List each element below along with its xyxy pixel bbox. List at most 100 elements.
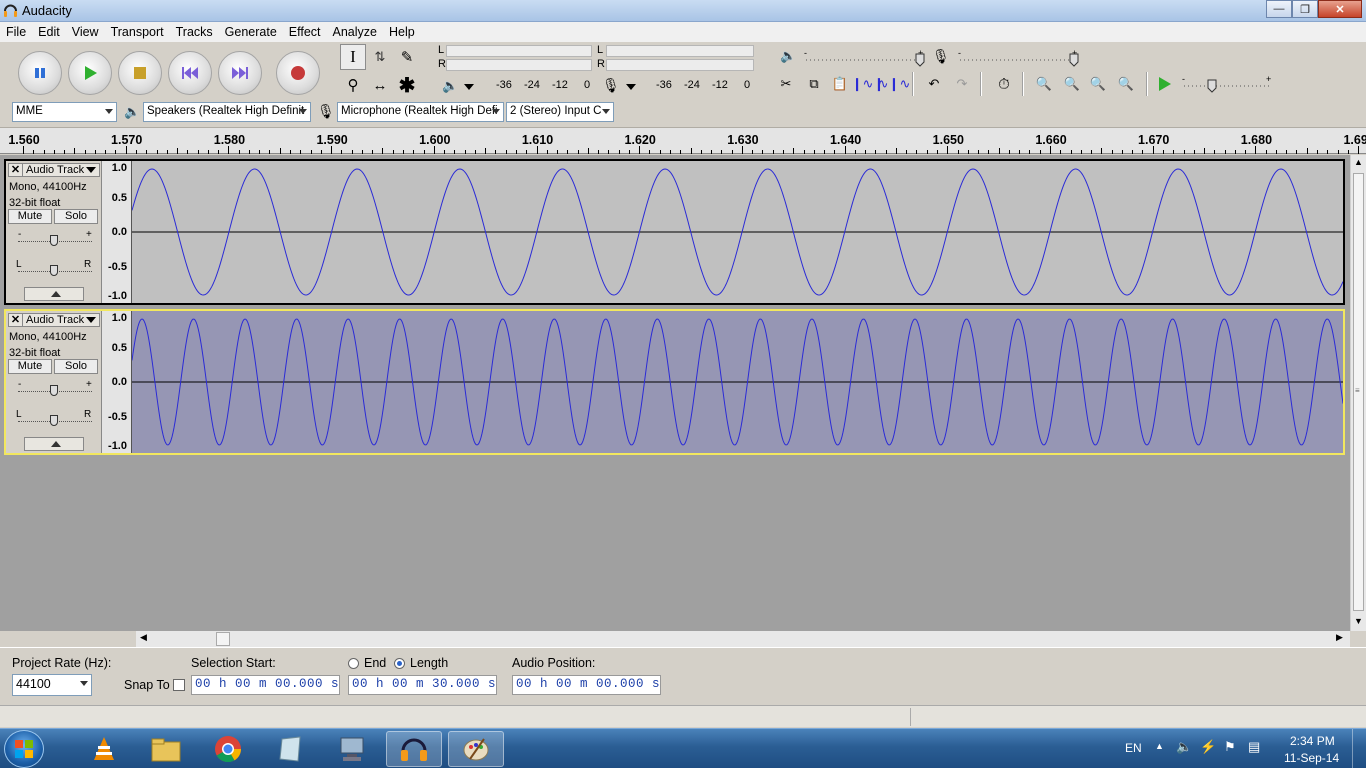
input-volume-slider[interactable]: - + bbox=[958, 48, 1084, 68]
skip-to-start-button[interactable] bbox=[168, 51, 212, 95]
play-button[interactable] bbox=[68, 51, 112, 95]
microphone-meter-icon[interactable]: 🎙 bbox=[602, 77, 620, 94]
taskbar-chrome[interactable] bbox=[200, 731, 256, 767]
vertical-scrollbar[interactable]: ▲ ≡ ▼ bbox=[1350, 155, 1366, 631]
close-track-icon[interactable]: ✕ bbox=[9, 164, 23, 176]
trim-button[interactable]: ❙∿❙ bbox=[852, 72, 885, 96]
zoom-in-button[interactable]: 🔍 bbox=[1032, 72, 1056, 96]
scroll-left-icon[interactable]: ◀ bbox=[140, 632, 147, 643]
silence-button[interactable]: ∿❙∿ bbox=[878, 72, 911, 96]
tray-expand-icon[interactable]: ▲ bbox=[1155, 741, 1164, 751]
volume-tray-icon[interactable]: 🔈 bbox=[1176, 739, 1192, 755]
menu-effect[interactable]: Effect bbox=[283, 25, 327, 39]
menu-file[interactable]: File bbox=[0, 25, 32, 39]
input-channels-select[interactable]: 2 (Stereo) Input C bbox=[506, 102, 614, 122]
waveform[interactable] bbox=[132, 161, 1343, 303]
output-volume-slider[interactable]: - + bbox=[804, 48, 926, 68]
menu-edit[interactable]: Edit bbox=[32, 25, 66, 39]
mute-button[interactable]: Mute bbox=[8, 359, 52, 374]
menu-help[interactable]: Help bbox=[383, 25, 421, 39]
audio-host-select[interactable]: MME bbox=[12, 102, 117, 122]
mute-button[interactable]: Mute bbox=[8, 209, 52, 224]
flag-tray-icon[interactable]: ⚑ bbox=[1224, 739, 1236, 755]
amplitude-ruler[interactable]: 1.0 0.5 0.0 -0.5 -1.0 bbox=[102, 161, 132, 303]
sync-lock-button[interactable]: ⏱ bbox=[992, 72, 1016, 96]
solo-button[interactable]: Solo bbox=[54, 209, 98, 224]
close-track-icon[interactable]: ✕ bbox=[9, 314, 23, 326]
zoom-out-button[interactable]: 🔍 bbox=[1060, 72, 1084, 96]
pan-slider-thumb[interactable] bbox=[50, 265, 58, 276]
start-button[interactable] bbox=[4, 730, 44, 768]
length-radio[interactable] bbox=[394, 658, 405, 669]
restore-button[interactable]: ❐ bbox=[1292, 0, 1318, 18]
taskbar-paint[interactable] bbox=[448, 731, 504, 767]
copy-button[interactable]: ⧉ bbox=[802, 72, 826, 96]
power-tray-icon[interactable]: ⚡ bbox=[1200, 739, 1216, 755]
gain-slider-thumb[interactable] bbox=[50, 385, 58, 396]
waveform[interactable] bbox=[132, 311, 1343, 453]
collapse-track-button[interactable] bbox=[24, 287, 84, 301]
menu-tracks[interactable]: Tracks bbox=[170, 25, 219, 39]
horizontal-scroll-thumb[interactable] bbox=[216, 632, 230, 646]
menu-view[interactable]: View bbox=[66, 25, 105, 39]
selection-tool[interactable]: I bbox=[340, 44, 366, 70]
multi-tool[interactable]: ✱ bbox=[394, 72, 420, 98]
scroll-right-icon[interactable]: ▶ bbox=[1336, 632, 1343, 643]
taskbar-network[interactable] bbox=[324, 731, 380, 767]
scroll-down-icon[interactable]: ▼ bbox=[1354, 616, 1363, 626]
record-button[interactable] bbox=[276, 51, 320, 95]
audio-track[interactable]: ✕ Audio Track Mono, 44100Hz 32-bit float Mut… bbox=[4, 309, 1345, 455]
clock-time[interactable]: 2:34 PM bbox=[1290, 734, 1335, 748]
play-speed-slider[interactable]: - + bbox=[1182, 74, 1274, 94]
project-rate-select[interactable]: 44100 bbox=[12, 674, 92, 696]
paste-button[interactable]: 📋 bbox=[828, 72, 852, 96]
snap-to-checkbox[interactable] bbox=[173, 679, 185, 691]
track-header[interactable]: ✕ Audio Track bbox=[8, 313, 100, 327]
fit-project-button[interactable]: 🔍 bbox=[1114, 72, 1138, 96]
menu-transport[interactable]: Transport bbox=[105, 25, 170, 39]
play-meter-menu-arrow[interactable] bbox=[464, 84, 474, 90]
undo-button[interactable]: ↶ bbox=[922, 72, 946, 96]
record-meter-menu-arrow[interactable] bbox=[626, 84, 636, 90]
show-desktop-button[interactable] bbox=[1352, 729, 1366, 768]
clock-date[interactable]: 11-Sep-14 bbox=[1284, 751, 1339, 765]
envelope-tool[interactable]: ⇅ bbox=[367, 44, 393, 70]
solo-button[interactable]: Solo bbox=[54, 359, 98, 374]
taskbar-vlc[interactable] bbox=[76, 731, 132, 767]
selection-start-field[interactable]: 00 h 00 m 00.000 s bbox=[191, 675, 340, 695]
timeline-ruler[interactable]: 1.560 1.570 1.580 1.590 1.600 1.610 1.620 1.630… bbox=[0, 128, 1366, 154]
track-menu-arrow-icon[interactable] bbox=[86, 167, 96, 173]
play-at-speed-button[interactable] bbox=[1152, 72, 1176, 96]
taskbar-audacity[interactable] bbox=[386, 731, 442, 767]
track-menu-arrow-icon[interactable] bbox=[86, 317, 96, 323]
vertical-scroll-thumb[interactable]: ≡ bbox=[1353, 173, 1364, 611]
amplitude-ruler[interactable]: 1.0 0.5 0.0 -0.5 -1.0 bbox=[102, 311, 132, 453]
audio-track[interactable]: ✕ Audio Track Mono, 44100Hz 32-bit float Mut… bbox=[4, 159, 1345, 305]
fit-selection-button[interactable]: 🔍 bbox=[1086, 72, 1110, 96]
pan-slider-thumb[interactable] bbox=[50, 415, 58, 426]
network-tray-icon[interactable]: ▤ bbox=[1248, 739, 1260, 755]
audio-position-field[interactable]: 00 h 00 m 00.000 s bbox=[512, 675, 661, 695]
input-device-select[interactable]: Microphone (Realtek High Defi bbox=[337, 102, 504, 122]
stop-button[interactable] bbox=[118, 51, 162, 95]
horizontal-scrollbar[interactable]: ◀ ▶ bbox=[136, 631, 1350, 647]
pause-button[interactable] bbox=[18, 51, 62, 95]
cut-button[interactable]: ✂ bbox=[774, 72, 798, 96]
minimize-button[interactable]: — bbox=[1266, 0, 1292, 18]
zoom-tool[interactable]: ⚲ bbox=[340, 72, 366, 98]
track-name[interactable]: Audio Track bbox=[26, 164, 84, 177]
end-radio[interactable] bbox=[348, 658, 359, 669]
output-device-select[interactable]: Speakers (Realtek High Definit bbox=[143, 102, 311, 122]
skip-to-end-button[interactable] bbox=[218, 51, 262, 95]
time-shift-tool[interactable]: ↔ bbox=[367, 72, 393, 98]
selection-length-field[interactable]: 00 h 00 m 30.000 s bbox=[348, 675, 497, 695]
redo-button[interactable]: ↷ bbox=[950, 72, 974, 96]
track-control-panel[interactable]: ✕ Audio Track Mono, 44100Hz 32-bit float Mut… bbox=[6, 311, 102, 453]
collapse-track-button[interactable] bbox=[24, 437, 84, 451]
taskbar-app[interactable] bbox=[262, 731, 318, 767]
speaker-meter-icon[interactable]: 🔈 bbox=[442, 78, 458, 94]
gain-slider-thumb[interactable] bbox=[50, 235, 58, 246]
track-name[interactable]: Audio Track bbox=[26, 314, 84, 327]
close-button[interactable]: ✕ bbox=[1318, 0, 1362, 18]
track-control-panel[interactable]: ✕ Audio Track Mono, 44100Hz 32-bit float Mut… bbox=[6, 161, 102, 303]
